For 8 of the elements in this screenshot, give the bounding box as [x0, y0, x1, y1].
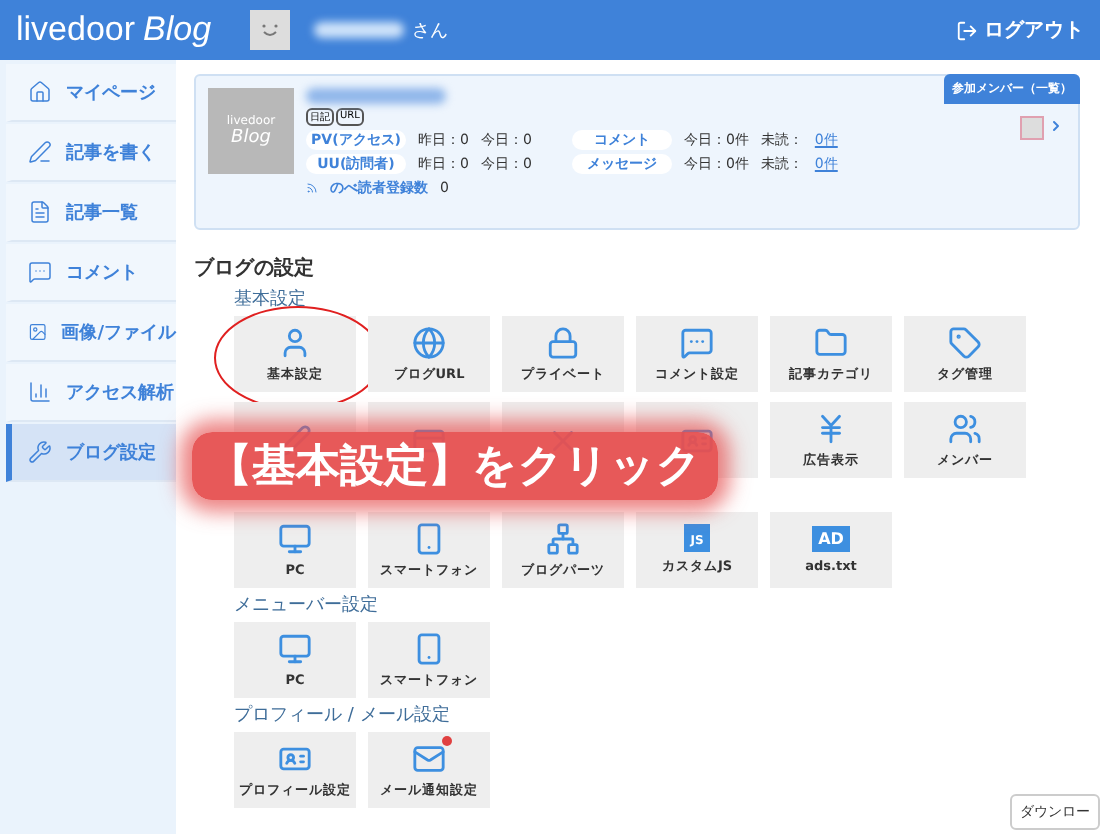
- section-heading: メニューバー設定: [234, 596, 380, 618]
- thumbnail-text: Blog: [231, 128, 271, 148]
- ad-icon: AD: [812, 526, 850, 552]
- user-suffix: さん: [412, 19, 448, 43]
- instruction-overlay: 【基本設定】をクリック: [192, 432, 718, 500]
- section-heading: プロフィール / メール設定: [234, 706, 452, 728]
- section-heading: 基本設定: [234, 290, 308, 312]
- section-title: ブログの設定: [194, 254, 316, 282]
